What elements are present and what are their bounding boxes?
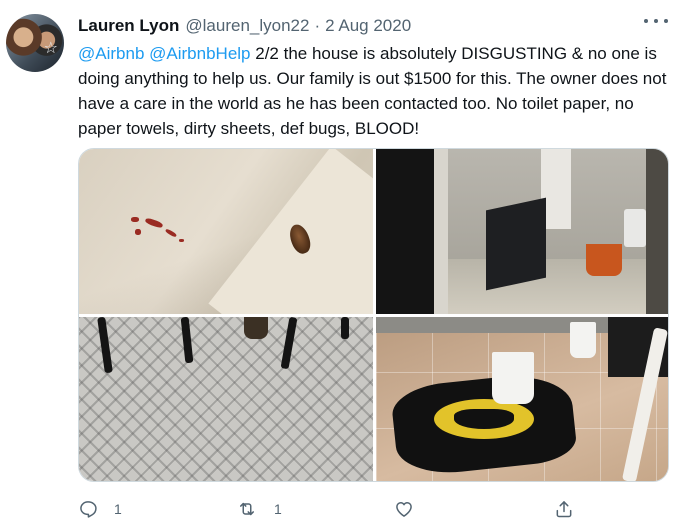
retweet-icon xyxy=(240,502,254,516)
chair-leg xyxy=(341,317,349,339)
more-options-icon[interactable] xyxy=(644,12,668,30)
tweet-date[interactable]: 2 Aug 2020 xyxy=(325,16,411,36)
chair-leg xyxy=(280,317,298,370)
chair-leg xyxy=(180,317,194,364)
mention-airbnb[interactable]: @Airbnb xyxy=(78,44,144,63)
boot xyxy=(244,317,268,339)
action-bar: 1 1 xyxy=(78,496,578,522)
photo-floor-towel[interactable] xyxy=(376,317,668,481)
trash-can-small xyxy=(570,322,596,358)
more-dot xyxy=(654,19,658,23)
photo-room-tv[interactable] xyxy=(376,149,668,314)
blood-stain xyxy=(131,217,139,222)
media-grid xyxy=(78,148,669,482)
photo-rug-chairs[interactable] xyxy=(79,317,373,481)
separator: · xyxy=(314,16,321,35)
more-dot xyxy=(644,19,648,23)
room-floor xyxy=(446,259,668,314)
author-name[interactable]: Lauren Lyon xyxy=(78,16,179,36)
reply-icon xyxy=(80,501,97,518)
share-button[interactable] xyxy=(554,499,574,519)
batman-logo xyxy=(434,399,534,439)
chair-leg xyxy=(97,317,113,374)
avatar[interactable]: ☆ xyxy=(6,14,64,72)
blood-stain xyxy=(179,239,184,242)
author-handle[interactable]: @lauren_lyon22 xyxy=(185,16,309,36)
door-frame xyxy=(434,149,448,314)
trash-can xyxy=(492,352,534,404)
orange-bucket xyxy=(586,244,622,276)
retweet-count: 1 xyxy=(274,501,282,517)
photo-wall-blood-bug[interactable] xyxy=(79,149,373,314)
retweet-button[interactable]: 1 xyxy=(236,499,282,519)
star-icon: ☆ xyxy=(43,38,58,57)
heart-icon xyxy=(396,502,412,517)
tweet: ☆ Lauren Lyon @lauren_lyon22 · 2 Aug 202… xyxy=(0,0,680,532)
share-icon xyxy=(556,501,572,518)
tv xyxy=(486,197,546,291)
tweet-header: Lauren Lyon @lauren_lyon22 · 2 Aug 2020 xyxy=(78,16,670,36)
like-button[interactable] xyxy=(394,499,414,519)
mention-airbnbhelp[interactable]: @AirbnbHelp xyxy=(149,44,250,63)
tweet-text: @Airbnb @AirbnbHelp 2/2 the house is abs… xyxy=(78,41,674,141)
more-dot xyxy=(664,19,668,23)
paint-can xyxy=(624,209,646,247)
right-wall xyxy=(646,149,668,314)
blood-stain xyxy=(135,229,141,235)
reply-button[interactable]: 1 xyxy=(78,499,122,519)
reply-count: 1 xyxy=(114,501,122,517)
